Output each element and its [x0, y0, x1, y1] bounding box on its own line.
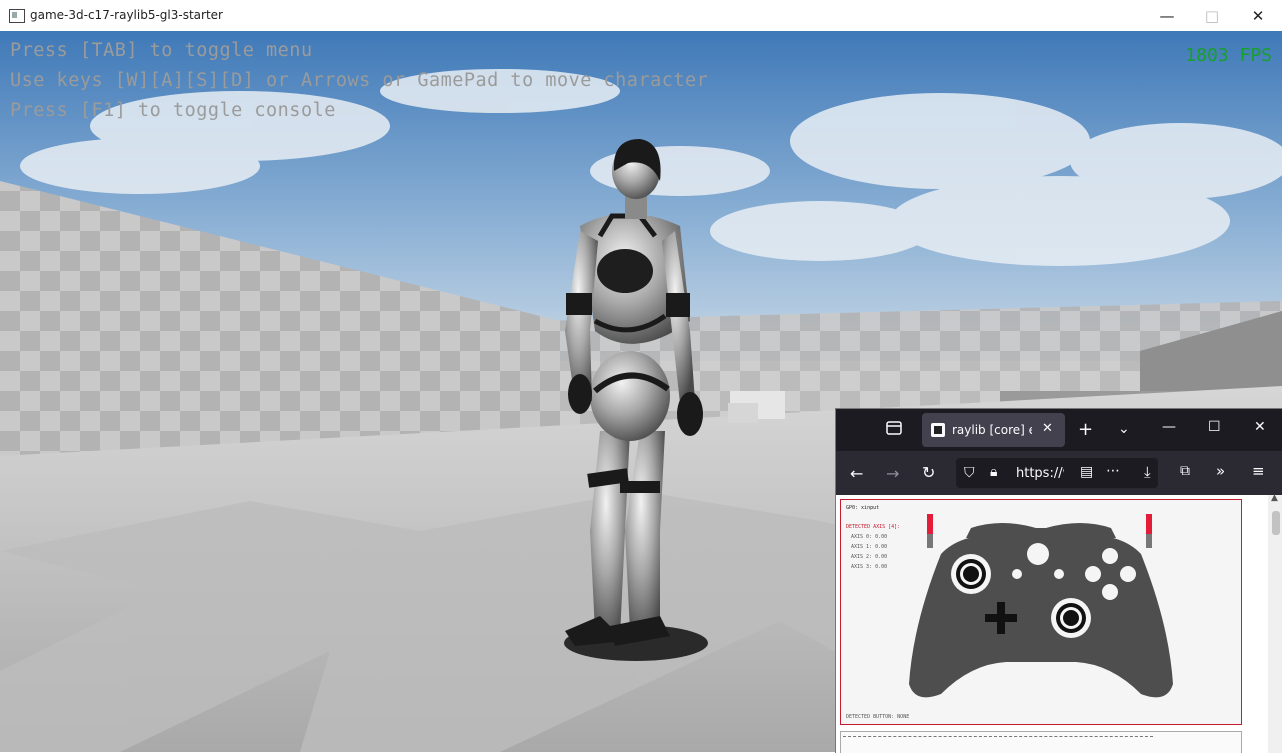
axis-1-value: AXIS 1: 0.00	[851, 544, 888, 550]
guide-button-icon	[1027, 543, 1049, 565]
browser-minimize-icon[interactable]: —	[1162, 419, 1176, 435]
maximize-icon: □	[1204, 6, 1220, 25]
axis-2-value: AXIS 2: 0.00	[851, 554, 888, 560]
fps-counter: 1803 FPS	[1185, 45, 1272, 66]
close-button[interactable]: ✕	[1235, 0, 1281, 31]
window-title: game-3d-c17-raylib5-gl3-starter	[30, 8, 223, 22]
axis-3-value: AXIS 3: 0.00	[851, 564, 888, 570]
tab-strip: raylib [core] exar ✕ + ⌄ — ☐ ✕	[836, 409, 1282, 451]
page-scrollbar[interactable]: ▲	[1268, 493, 1282, 753]
firefox-view-icon	[886, 421, 902, 435]
browser-tab[interactable]: raylib [core] exar ✕	[922, 413, 1065, 447]
gamepad-canvas[interactable]: GP0: xinput DETECTED AXIS [4]: AXIS 0: 0…	[840, 499, 1242, 725]
left-trigger-bar	[927, 514, 933, 534]
extensions-icon[interactable]: ⧉	[1180, 463, 1190, 479]
browser-maximize-icon[interactable]: ☐	[1208, 419, 1221, 435]
right-trigger-bar	[1146, 514, 1152, 534]
minimize-button[interactable]: —	[1144, 0, 1190, 31]
app-icon	[9, 9, 25, 23]
page-content: GP0: xinput DETECTED AXIS [4]: AXIS 0: 0…	[836, 493, 1282, 753]
window-titlebar: game-3d-c17-raylib5-gl3-starter — □ ✕	[0, 0, 1282, 32]
hud-console-hint: Press [F1] to toggle console	[10, 100, 336, 121]
new-tab-icon[interactable]: +	[1078, 419, 1093, 440]
detected-button-label: DETECTED BUTTON: NONE	[846, 714, 910, 720]
overflow-chevron-icon[interactable]: »	[1216, 462, 1225, 480]
left-stick-icon	[963, 566, 979, 582]
gamepad-name: GP0: xinput	[846, 505, 880, 511]
lock-icon[interactable]: 🔒︎	[990, 464, 997, 480]
firefox-view-button[interactable]	[884, 421, 904, 439]
divider	[843, 736, 1153, 737]
url-bar[interactable]: ⛉ 🔒︎ https://w ▤ ⋯	[956, 458, 1158, 488]
menu-icon[interactable]: ≡	[1252, 462, 1265, 480]
forward-arrow-icon[interactable]: →	[886, 464, 899, 483]
detected-axis-label: DETECTED AXIS [4]:	[846, 524, 901, 530]
minimize-icon: —	[1159, 6, 1175, 25]
reload-icon[interactable]: ↻	[922, 463, 935, 482]
axis-0-value: AXIS 0: 0.00	[851, 534, 888, 540]
hud-move-hint: Use keys [W][A][S][D] or Arrows or GameP…	[10, 70, 709, 91]
back-arrow-icon[interactable]: ←	[850, 464, 863, 483]
tab-label: raylib [core] exar	[952, 423, 1032, 437]
tab-close-icon[interactable]: ✕	[1042, 421, 1053, 436]
reader-view-icon[interactable]: ▤	[1080, 464, 1093, 480]
downloads-icon[interactable]: ⤓	[1144, 463, 1151, 481]
nav-toolbar: ← → ↻ ⛉ 🔒︎ https://w ▤ ⋯ ⤓ ⧉ » ≡	[836, 451, 1282, 495]
tab-favicon-icon	[931, 423, 945, 437]
shield-icon[interactable]: ⛉	[964, 465, 975, 481]
hud-menu-hint: Press [TAB] to toggle menu	[10, 40, 313, 61]
code-block	[840, 731, 1242, 753]
right-stick-icon	[1063, 610, 1079, 626]
browser-window: raylib [core] exar ✕ + ⌄ — ☐ ✕ ← → ↻ ⛉ 🔒…	[835, 408, 1282, 753]
maximize-button[interactable]: □	[1189, 0, 1235, 31]
browser-close-icon[interactable]: ✕	[1254, 419, 1266, 435]
scroll-thumb[interactable]	[1272, 511, 1280, 535]
tab-list-chevron-icon[interactable]: ⌄	[1118, 421, 1130, 437]
close-icon: ✕	[1251, 6, 1265, 25]
scroll-up-icon[interactable]: ▲	[1271, 493, 1278, 503]
gamepad-drawing	[909, 514, 1173, 698]
page-actions-icon[interactable]: ⋯	[1106, 463, 1120, 479]
url-text[interactable]: https://w	[1016, 466, 1064, 481]
